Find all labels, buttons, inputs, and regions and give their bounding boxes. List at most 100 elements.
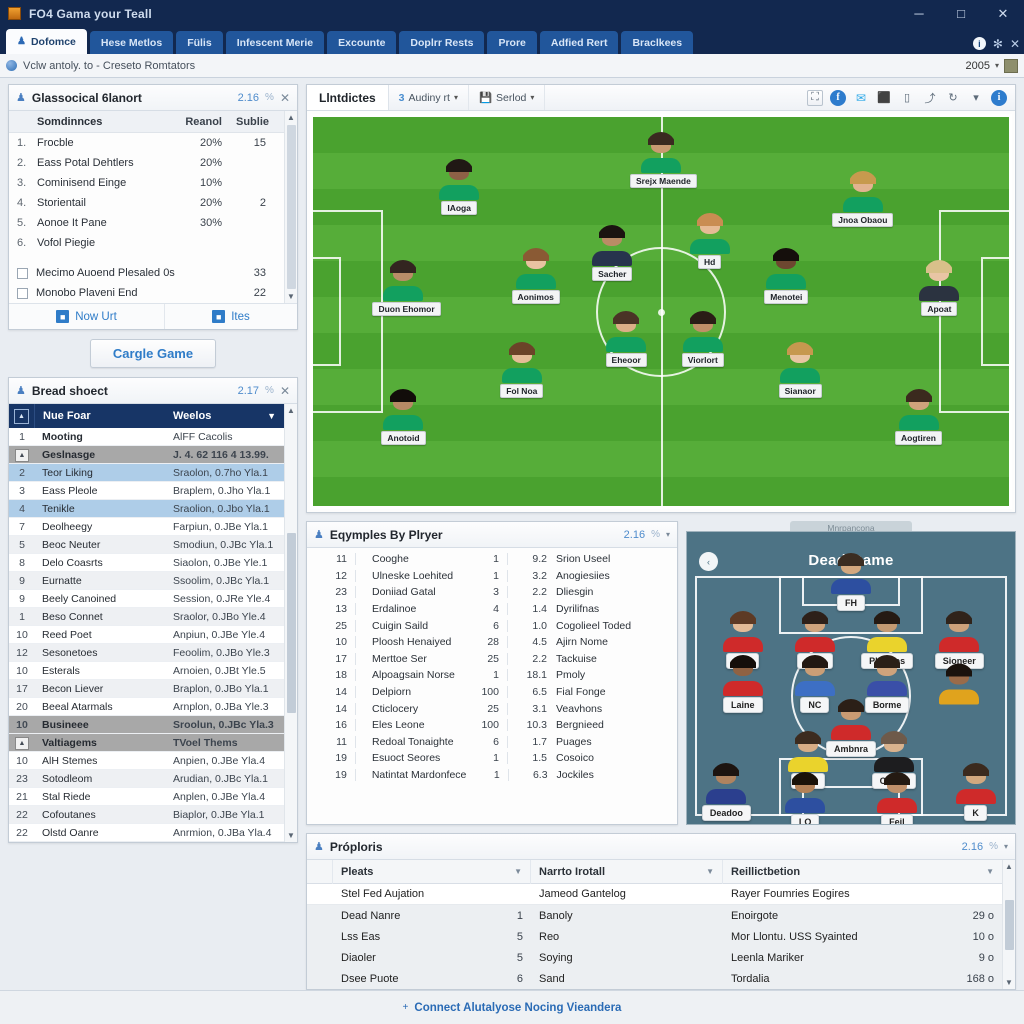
dead-game-player-0[interactable]: FH (818, 552, 884, 611)
table-row[interactable]: 22 Olstd Oanre Anrmion, 0.JBa Yla.4 (9, 824, 284, 842)
refresh-icon[interactable]: ↻ (945, 90, 961, 106)
close-icon[interactable]: ✕ (280, 385, 290, 397)
table-row[interactable]: Stel Fed Aujation Jameod Gantelog Rayer Fo… (307, 884, 1002, 905)
dead-game-pitch[interactable]: ‹ Dead Game FHRepJoasPhoqresSioneerLaine… (686, 531, 1016, 825)
scroll-up-icon[interactable]: ▲ (287, 113, 295, 122)
dead-game-player-15[interactable]: K (943, 762, 1009, 821)
pitch-player-1[interactable]: IAoga (428, 159, 490, 216)
table-row[interactable]: Diaoler 5 Soying Leenla Mariker 9 o (307, 947, 1002, 968)
tab-1[interactable]: Hese Metlos (89, 31, 174, 54)
chevron-down-icon[interactable]: ▾ (666, 530, 670, 539)
chevron-down-icon[interactable]: ▾ (968, 90, 984, 106)
table-row[interactable]: 10 Reed Poet Anpiun, 0.JBe Yle.4 (9, 626, 284, 644)
checkbox[interactable] (17, 267, 28, 279)
plus-icon[interactable]: + (403, 1002, 409, 1013)
tab-6[interactable]: Prore (487, 31, 537, 54)
pitch-player-4[interactable]: Hd (679, 213, 741, 270)
pitch-player-13[interactable]: Anotoid (372, 388, 434, 445)
table-row[interactable]: 8 Delo Coasrts Siaolon, 0.JBe Yle.1 (9, 554, 284, 572)
select-all-button[interactable]: ▲ (9, 404, 35, 428)
proplans-column-header-3[interactable]: Reillictbetion ▼ (723, 860, 1002, 884)
status-link[interactable]: Connect Alutalyose Nocing Vieandera (414, 1002, 621, 1014)
examples-row[interactable]: 14 Cticlocery 25 3.1 Veavhons (317, 700, 667, 717)
dead-game-player-13[interactable]: LO (772, 771, 838, 824)
chevron-down-icon[interactable]: ▾ (1004, 842, 1008, 851)
pitch-player-12[interactable]: Sianaor (769, 341, 831, 398)
table-row[interactable]: 4 Tenikle Sraolion, 0.Jbo Yla.1 (9, 500, 284, 518)
scroll-down-icon[interactable]: ▼ (1005, 978, 1013, 987)
trash-icon[interactable]: ⬛ (876, 90, 892, 106)
examples-row[interactable]: 25 Cuigin Saild 6 1.0 Cogolieel Toded (317, 617, 667, 634)
share-icon[interactable]: ⤴ (922, 90, 938, 106)
table-row[interactable]: 10 AlH Stemes Anpien, 0.JBe Yla.4 (9, 752, 284, 770)
bug-icon[interactable]: ✻ (993, 38, 1003, 50)
table-row[interactable]: 7 Deolheegy Farpiun, 0.JBe Yla.1 (9, 518, 284, 536)
proplans-scrollbar[interactable]: ▲ ▼ (1002, 860, 1015, 989)
dead-game-player-5[interactable]: Laine (710, 654, 776, 713)
tab-7[interactable]: Adfied Rert (539, 31, 619, 54)
examples-row[interactable]: 13 Erdalinoe 4 1.4 Dyrilifnas (317, 601, 667, 618)
tab-0[interactable]: ♟ Dofomce (6, 29, 87, 54)
scroll-down-icon[interactable]: ▼ (287, 831, 295, 840)
expander-icon[interactable]: ▲ (15, 736, 29, 750)
chevron-down-icon[interactable]: ▼ (504, 867, 522, 876)
audiny-dropdown[interactable]: 3 Audiny rt ▾ (389, 85, 469, 110)
examples-row[interactable]: 11 Redoal Tonaighte 6 1.7 Puages (317, 734, 667, 751)
examples-row[interactable]: 14 Delpiorn 100 6.5 Fial Fonge (317, 684, 667, 701)
minimize-button[interactable]: ─ (898, 0, 940, 27)
dead-game-player-4[interactable]: Sioneer (926, 611, 992, 670)
dead-game-player-8[interactable] (926, 663, 992, 705)
pitch-player-0[interactable]: Srejx Maende (630, 131, 697, 188)
table-row[interactable]: 1 Mooting AlFF Cacolis (9, 428, 284, 446)
chevron-down-icon[interactable]: ▾ (995, 61, 999, 70)
standings-check-row[interactable]: Mecimo Auoend Plesaled 0s 33 (9, 263, 284, 283)
examples-row[interactable]: 10 Ploosh Henaiyed 28 4.5 Ajirn Nome (317, 634, 667, 651)
table-row[interactable]: 22 Cofoutanes Biaplor, 0.JBe Yla.1 (9, 806, 284, 824)
close-x-icon[interactable]: ✕ (1010, 38, 1020, 50)
table-row[interactable]: Dsee Puote 6 Sand Tordalia 168 o (307, 968, 1002, 989)
table-row[interactable]: 9 Beely Canoined Session, 0.JRe Yle.4 (9, 590, 284, 608)
clipboard-icon[interactable]: ▯ (899, 90, 915, 106)
standings-row[interactable]: 1. Frocble 20% 15 (9, 133, 284, 153)
dead-game-player-14[interactable]: Feil (864, 771, 930, 824)
scroll-thumb[interactable] (1004, 899, 1014, 950)
tab-4[interactable]: Excounte (327, 31, 397, 54)
table-row[interactable]: Lss Eas 5 Reo Mor Llontu. USS Syainted 10 o (307, 926, 1002, 947)
screenshot-icon[interactable]: ⛶ (807, 89, 823, 106)
pitch-player-10[interactable]: Viorlort (672, 310, 734, 367)
table-row[interactable]: 3 Eass Pleole Braplem, 0.Jho Yla.1 (9, 482, 284, 500)
pitch-player-6[interactable]: Aonimos (505, 248, 567, 305)
expander-icon[interactable]: ▲ (15, 448, 29, 462)
examples-row[interactable]: 16 Eles Leone 100 10.3 Bergnieed (317, 717, 667, 734)
table-row[interactable]: 17 Becon Liever Braplon, 0.JBo Yla.1 (9, 680, 284, 698)
proplans-column-header-2[interactable]: Narrto Irotall ▼ (531, 859, 723, 884)
checkbox[interactable] (17, 287, 28, 299)
pitch-player-5[interactable]: Duon Ehomor (372, 260, 441, 317)
back-arrow-icon[interactable]: ‹ (699, 552, 718, 571)
pitch-player-9[interactable]: Eheoor (595, 310, 657, 367)
info-circle-icon[interactable]: i (972, 37, 986, 50)
pitch-player-3[interactable]: Sacher (581, 225, 643, 282)
grid-column-header-1[interactable]: Nue Foar (35, 410, 166, 422)
table-row[interactable]: Dead Nanre 1 Banoly Enoirgote 29 o (307, 905, 1002, 926)
grid-column-header-2[interactable]: Weelos ▼ (166, 410, 284, 422)
tab-3[interactable]: Infescent Merie (225, 31, 325, 54)
table-row[interactable]: 21 Stal Riede Anplen, 0.JBe Yla.4 (9, 788, 284, 806)
col-reanol[interactable]: Reanol (184, 116, 236, 128)
examples-row[interactable]: 18 Alpoagsain Norse 1 18.1 Pmoly (317, 667, 667, 684)
col-name[interactable]: Somdinnces (37, 116, 184, 128)
tab-5[interactable]: Doplrr Rests (399, 31, 485, 54)
scroll-down-icon[interactable]: ▼ (287, 292, 295, 301)
standings-check-row[interactable]: Monobo Plaveni End 22 (9, 283, 284, 303)
sort-desc-icon[interactable]: ▼ (267, 411, 276, 421)
pitch-player-11[interactable]: Fol Noa (491, 341, 553, 398)
table-row[interactable]: 2 Teor Liking Sraolon, 0.7ho Yla.1 (9, 464, 284, 482)
maximize-button[interactable]: □ (940, 0, 982, 27)
col-sublie[interactable]: Sublie (236, 116, 276, 128)
serlod-dropdown[interactable]: 💾 Serlod ▾ (469, 85, 546, 110)
table-row[interactable]: 5 Beoc Neuter Smodiun, 0.JBc Yla.1 (9, 536, 284, 554)
facebook-icon[interactable]: f (830, 89, 846, 106)
close-icon[interactable]: ✕ (280, 92, 290, 104)
pitch-player-14[interactable]: Aogtiren (888, 388, 950, 445)
info-icon[interactable]: i (991, 89, 1007, 106)
